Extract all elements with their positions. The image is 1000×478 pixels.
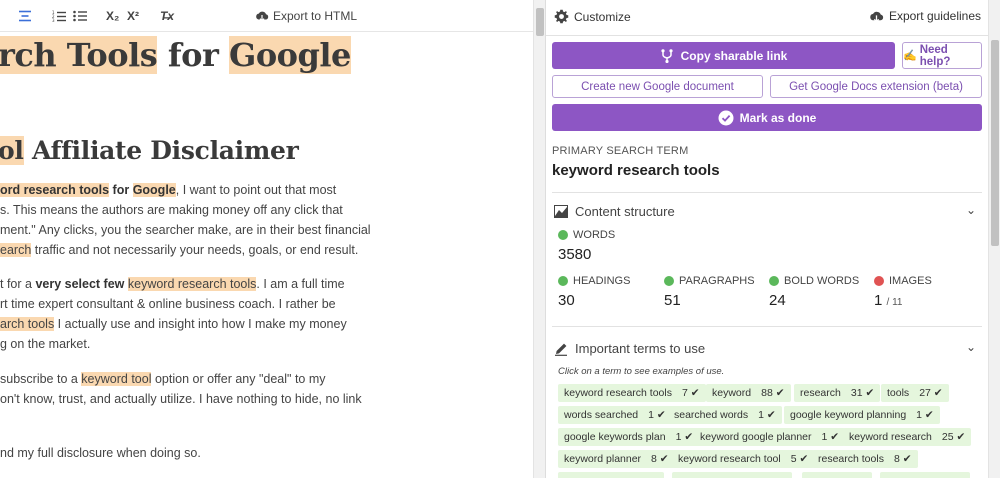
- check-circle-icon: [558, 276, 568, 286]
- paragraph-line: earch traffic and not necessarily your n…: [0, 243, 359, 257]
- term-chip[interactable]: [802, 472, 872, 478]
- subscript-button[interactable]: X₂: [106, 6, 119, 26]
- words-value: 3580: [558, 246, 592, 263]
- terms-hint: Click on a term to see examples of use.: [558, 366, 725, 377]
- need-help-label: Need help?: [919, 43, 951, 68]
- export-html-label: Export to HTML: [273, 9, 358, 23]
- paragraph-line: g on the market.: [0, 337, 91, 351]
- pencil-icon: [555, 343, 567, 356]
- chevron-down-icon[interactable]: ⌄: [966, 203, 976, 217]
- ordered-list-icon[interactable]: 123: [52, 6, 66, 26]
- paragraph-line: on't know, trust, and actually utilize. …: [0, 392, 362, 406]
- svg-text:3: 3: [52, 18, 55, 22]
- content-structure-toggle[interactable]: Content structure: [554, 204, 675, 219]
- cloud-download-icon: [256, 11, 269, 22]
- gear-icon: [554, 9, 569, 24]
- primary-term-label: PRIMARY SEARCH TERM: [552, 145, 689, 157]
- term-chip[interactable]: google keywords plan 1 ✔: [558, 428, 700, 446]
- chevron-down-icon[interactable]: ⌄: [966, 340, 976, 354]
- images-label: IMAGES: [874, 275, 932, 287]
- divider: [552, 192, 982, 193]
- term-chip[interactable]: keyword 88 ✔: [706, 384, 791, 402]
- term-chip[interactable]: research 31 ✔: [794, 384, 881, 402]
- term-chip[interactable]: keyword research tools 7 ✔: [558, 384, 706, 402]
- important-terms-toggle[interactable]: Important terms to use: [554, 341, 705, 356]
- superscript-button[interactable]: X²: [127, 6, 139, 26]
- content-structure-title: Content structure: [575, 204, 675, 219]
- export-html-button[interactable]: Export to HTML: [255, 6, 357, 26]
- share-icon: [661, 48, 673, 63]
- panel-scrollbar-thumb[interactable]: [991, 40, 999, 246]
- editor-scrollbar[interactable]: [533, 0, 545, 478]
- document-h1: rch Tools for Google: [0, 36, 351, 74]
- mark-as-done-button[interactable]: Mark as done: [552, 104, 982, 131]
- important-terms-title: Important terms to use: [575, 341, 706, 356]
- customize-label: Customize: [574, 9, 631, 24]
- hand-wave-icon: ✍: [903, 50, 917, 62]
- term-chip[interactable]: tools 27 ✔: [881, 384, 949, 402]
- align-center-icon[interactable]: [18, 6, 32, 26]
- paragraph-line: s. This means the authors are making mon…: [0, 203, 343, 217]
- paragraph-line: rt time expert consultant & online busin…: [0, 297, 336, 311]
- copy-link-label: Copy sharable link: [680, 48, 788, 63]
- clear-format-button[interactable]: T̶x: [160, 6, 174, 26]
- paragraph-line: ord research tools for Google, I want to…: [0, 183, 337, 197]
- guidelines-panel: Customize Export guidelines Copy sharabl…: [545, 0, 988, 478]
- customize-button[interactable]: Customize: [554, 9, 631, 24]
- mark-as-done-label: Mark as done: [739, 110, 817, 125]
- x-circle-icon: [874, 276, 884, 286]
- paragraph-line: nd my full disclosure when doing so.: [0, 446, 201, 460]
- term-chip[interactable]: keyword planner 8 ✔: [558, 450, 675, 468]
- divider: [552, 326, 982, 327]
- check-circle-icon: [718, 110, 734, 125]
- paragraph-line: ment." Any clicks, you the searcher make…: [0, 223, 371, 237]
- words-label: WORDS: [558, 229, 615, 241]
- cloud-download-icon: [870, 11, 884, 23]
- paragraphs-value: 51: [664, 292, 681, 309]
- paragraphs-label: PARAGRAPHS: [664, 275, 755, 287]
- editor-pane: 123 X₂ X² T̶x Export to HTML rch Tools f…: [0, 0, 533, 478]
- paragraph-line: t for a very select few keyword research…: [0, 277, 345, 291]
- headings-value: 30: [558, 292, 575, 309]
- term-chip[interactable]: words searched 1 ✔: [558, 406, 672, 424]
- primary-term-value: keyword research tools: [552, 162, 720, 179]
- term-chip[interactable]: searched words 1 ✔: [668, 406, 782, 424]
- check-circle-icon: [558, 230, 568, 240]
- get-extension-button[interactable]: Get Google Docs extension (beta): [770, 75, 982, 98]
- check-circle-icon: [769, 276, 779, 286]
- term-chip[interactable]: keyword google planner 1 ✔: [694, 428, 846, 446]
- panel-scrollbar[interactable]: [988, 0, 1000, 478]
- paragraph-line: arch tools I actually use and insight in…: [0, 317, 347, 331]
- export-guidelines-label: Export guidelines: [888, 9, 981, 23]
- document-h2: ol Affiliate Disclaimer: [0, 136, 299, 165]
- term-chip[interactable]: keyword research 25 ✔: [843, 428, 972, 446]
- bold-words-label: BOLD WORDS: [769, 275, 859, 287]
- paragraph-line: subscribe to a keyword tool option or of…: [0, 372, 326, 386]
- bullet-list-icon[interactable]: [73, 6, 87, 26]
- term-chip[interactable]: keyword research tool 5 ✔: [672, 450, 815, 468]
- term-chip[interactable]: [880, 472, 970, 478]
- term-chip[interactable]: [672, 472, 792, 478]
- term-chip[interactable]: google keyword planning 1 ✔: [784, 406, 940, 424]
- editor-scrollbar-thumb[interactable]: [536, 8, 544, 36]
- headings-label: HEADINGS: [558, 275, 630, 287]
- chart-icon: [554, 205, 568, 218]
- images-value: 1 / 11: [874, 292, 903, 309]
- need-help-button[interactable]: ✍ Need help?: [902, 42, 982, 69]
- copy-link-button[interactable]: Copy sharable link: [552, 42, 895, 69]
- export-guidelines-button[interactable]: Export guidelines: [869, 9, 981, 23]
- create-google-doc-button[interactable]: Create new Google document: [552, 75, 763, 98]
- bold-words-value: 24: [769, 292, 786, 309]
- panel-header: Customize Export guidelines: [546, 0, 988, 36]
- term-chip[interactable]: [558, 472, 664, 478]
- editor-toolbar: 123 X₂ X² T̶x Export to HTML: [0, 0, 533, 32]
- check-circle-icon: [664, 276, 674, 286]
- term-chip[interactable]: research tools 8 ✔: [812, 450, 918, 468]
